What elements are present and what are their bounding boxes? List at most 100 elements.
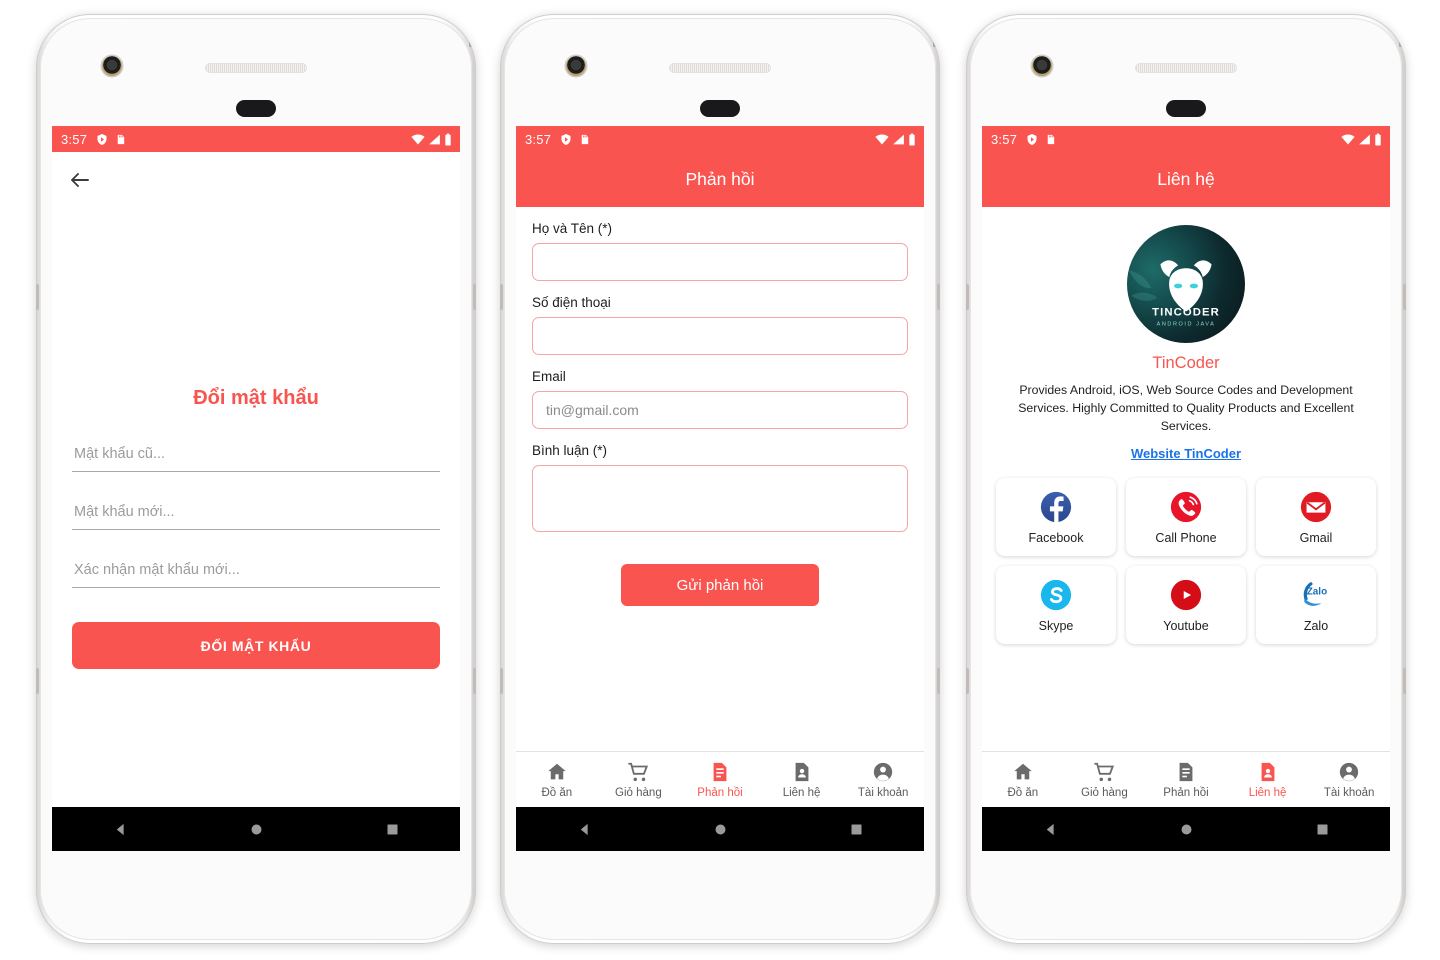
new-password-input[interactable] (72, 498, 440, 530)
svg-text:TINCODER: TINCODER (1152, 306, 1220, 318)
tab-food[interactable]: Đồ ăn (516, 761, 598, 799)
front-camera-icon (1032, 56, 1052, 76)
feedback-doc-icon (1179, 762, 1193, 781)
tab-cart[interactable]: Giỏ hàng (598, 761, 680, 799)
tab-label: Liên hệ (782, 786, 821, 799)
contact-content: TINCODER ANDROID JAVA TinCoder Provides … (982, 207, 1390, 751)
email-input[interactable] (532, 391, 908, 429)
app-bar: Phản hồi (516, 152, 924, 207)
facebook-icon (1040, 491, 1072, 524)
social-card-call-phone[interactable]: Call Phone (1126, 478, 1246, 557)
signal-icon (893, 134, 904, 144)
tab-feedback[interactable]: Phản hồi (679, 761, 761, 799)
cart-icon (1094, 762, 1115, 781)
side-button-left-1[interactable] (36, 284, 39, 310)
back-triangle-icon[interactable] (577, 822, 592, 837)
full-name-input[interactable] (532, 243, 908, 281)
notification-pill (700, 100, 740, 117)
home-circle-icon[interactable] (249, 822, 264, 837)
status-bar: 3:57 (516, 126, 924, 152)
tab-account[interactable]: Tài khoản (842, 761, 924, 799)
recents-square-icon[interactable] (849, 822, 864, 837)
contact-card-icon (1261, 762, 1274, 781)
tab-cart[interactable]: Giỏ hàng (1064, 761, 1146, 799)
tab-food[interactable]: Đồ ăn (982, 761, 1064, 799)
side-button-left-1[interactable] (966, 284, 969, 310)
wifi-icon (875, 133, 889, 144)
side-button-left-2[interactable] (500, 668, 503, 694)
feedback-doc-icon (713, 762, 727, 781)
phone-number-label: Số điện thoại (532, 295, 611, 310)
status-bar-left-icons (96, 133, 126, 146)
sd-card-icon (581, 134, 589, 144)
home-icon (548, 763, 566, 779)
side-button-right-2[interactable] (937, 668, 940, 694)
youtube-icon (1170, 579, 1202, 611)
social-card-label: Skype (1038, 618, 1074, 633)
account-icon (1340, 762, 1359, 781)
account-icon (874, 762, 893, 781)
screenshot-stage: 3:57 Đổi mật khẩu Mật khẩu cũ... Mật khẩ… (0, 0, 1440, 960)
side-button-right-1[interactable] (937, 284, 940, 310)
back-triangle-icon[interactable] (113, 822, 128, 837)
tab-label: Đồ ăn (1007, 786, 1039, 799)
home-icon (1014, 763, 1032, 779)
battery-icon (445, 133, 451, 145)
side-button-right-1[interactable] (473, 284, 476, 310)
status-bar-right-icons (1341, 133, 1382, 146)
tab-contact[interactable]: Liên hệ (1227, 761, 1309, 799)
send-feedback-button[interactable]: Gửi phản hồi (621, 564, 819, 606)
arrow-left-icon[interactable] (68, 168, 92, 192)
status-bar-right-icons (411, 133, 452, 146)
side-button-right-2[interactable] (473, 668, 476, 694)
side-button-left-1[interactable] (500, 284, 503, 310)
sd-card-icon (1047, 134, 1055, 144)
home-circle-icon[interactable] (1179, 822, 1194, 837)
android-nav-bar (516, 807, 924, 851)
confirm-password-input[interactable] (72, 556, 440, 588)
comment-textarea[interactable] (532, 465, 908, 532)
side-button-right-2[interactable] (1403, 668, 1406, 694)
wifi-icon (411, 133, 425, 144)
recents-square-icon[interactable] (1315, 822, 1330, 837)
screen-feedback: 3:57 Phản hồi Họ và Tên (*) Số điện thoạ… (516, 126, 924, 851)
tab-label: Phản hồi (1163, 786, 1209, 799)
social-card-facebook[interactable]: Facebook (996, 478, 1116, 557)
password-fields (72, 440, 440, 614)
social-card-skype[interactable]: Skype (996, 566, 1116, 645)
app-bar-plain (52, 152, 460, 207)
social-card-gmail[interactable]: Gmail (1256, 478, 1376, 557)
status-bar-time: 3:57 (991, 131, 1018, 147)
side-button-right-1[interactable] (1403, 284, 1406, 310)
status-bar-time: 3:57 (525, 131, 552, 147)
front-camera-icon (102, 56, 122, 76)
back-triangle-icon[interactable] (1043, 822, 1058, 837)
side-button-left-2[interactable] (36, 668, 39, 694)
comment-label: Bình luận (*) (532, 443, 608, 458)
home-circle-icon[interactable] (713, 822, 728, 837)
change-password-button[interactable]: ĐỔI MẬT KHẨU (72, 622, 440, 669)
status-bar-left-icons (560, 133, 590, 146)
phone-number-input[interactable] (532, 317, 908, 355)
earpiece-speaker (206, 64, 306, 72)
recents-square-icon[interactable] (385, 822, 400, 837)
tab-feedback[interactable]: Phản hồi (1145, 761, 1227, 799)
website-link[interactable]: Website TinCoder (1131, 446, 1241, 461)
status-bar-time: 3:57 (61, 131, 88, 147)
tab-account[interactable]: Tài khoản (1308, 761, 1390, 799)
old-password-input[interactable] (72, 440, 440, 472)
shield-icon (561, 133, 571, 145)
tab-contact[interactable]: Liên hệ (761, 761, 843, 799)
phone-device-3: 3:57 Liên hệ TINCODER ANDROID JAVA TinCo… (966, 14, 1406, 944)
bottom-tab-bar: Đồ ăn Giỏ hàng Phản hồi Liên hệ Tài khoả… (982, 751, 1390, 807)
side-button-left-2[interactable] (966, 668, 969, 694)
social-card-zalo[interactable]: Zalo Zalo (1256, 566, 1376, 645)
social-card-youtube[interactable]: Youtube (1126, 566, 1246, 645)
tab-label: Phản hồi (697, 786, 743, 799)
gmail-icon (1300, 491, 1332, 523)
tab-label: Giỏ hàng (1081, 786, 1128, 799)
tab-label: Giỏ hàng (615, 786, 662, 799)
social-card-label: Facebook (1028, 530, 1084, 545)
android-nav-bar (52, 807, 460, 851)
bull-head-icon: TINCODER ANDROID JAVA (1128, 260, 1220, 327)
